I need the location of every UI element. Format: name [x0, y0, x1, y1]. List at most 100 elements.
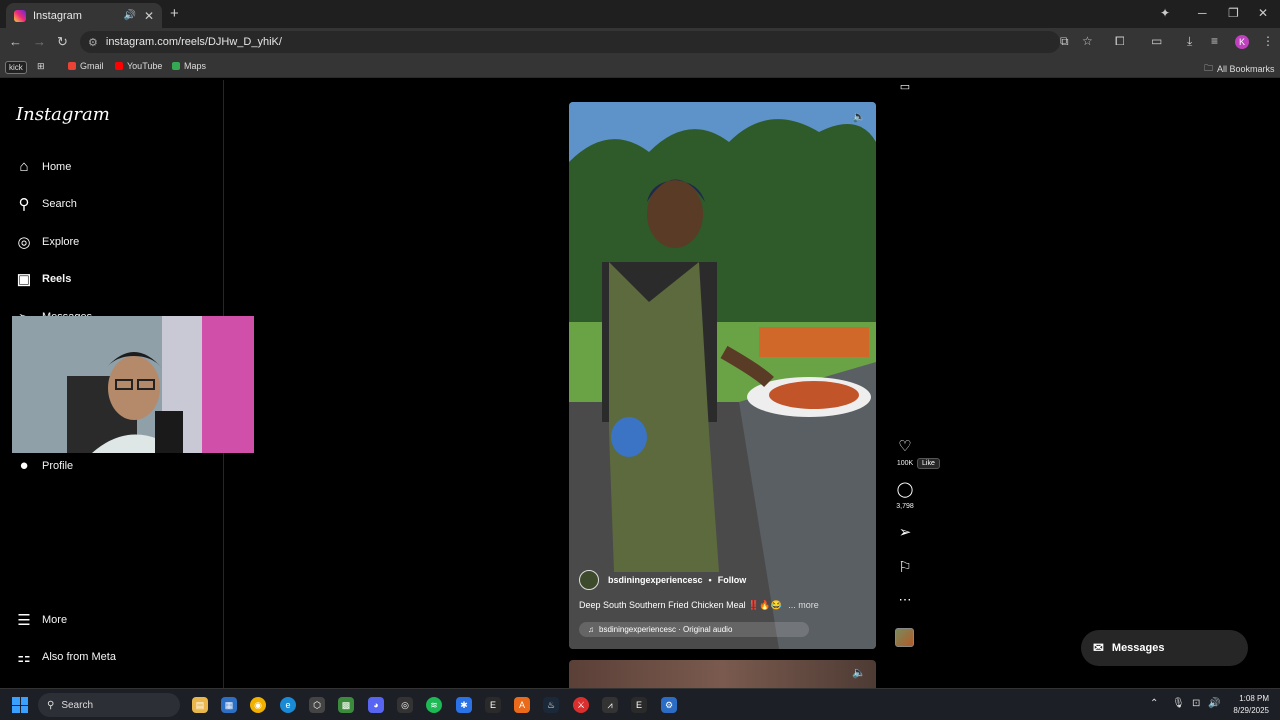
comment-count: 3,798 — [896, 503, 914, 510]
window-close-icon[interactable]: ✕ — [1258, 6, 1268, 20]
extensions-icon[interactable]: ⧠ — [1115, 34, 1125, 49]
follow-button[interactable]: Follow — [718, 575, 747, 585]
site-info-icon[interactable]: ⚙ — [88, 36, 98, 49]
taskbar: ⚲ Search ▤ ▦ ◉ e ⬡ ▩ ◕ ◎ ≋ ✱ E A ♨ ⚔ ⩘ E… — [0, 688, 1280, 720]
more-options-icon[interactable]: ⋯ — [893, 592, 917, 608]
separator-dot: • — [708, 575, 712, 585]
bookmarks-bar: kick ⊞ Gmail YouTube Maps 🗀 All Bookmark… — [0, 56, 1280, 78]
all-bookmarks[interactable]: 🗀 All Bookmarks — [1204, 61, 1275, 77]
like-heart-icon[interactable]: ♡ — [893, 437, 917, 455]
sidebar-item-also-from-meta[interactable]: ⚏ Also from Meta — [15, 648, 116, 666]
reel-caption: Deep South Southern Fried Chicken Meal ‼… — [579, 600, 866, 611]
bookmark-star-icon[interactable]: ☆ — [1082, 34, 1093, 48]
epic-games-icon[interactable]: E — [485, 697, 501, 713]
speaker-icon[interactable]: 🔊 — [1208, 698, 1220, 709]
forward-icon[interactable]: → — [33, 34, 46, 49]
settings-icon[interactable]: ⚙ — [661, 697, 677, 713]
app-icon[interactable]: ⬡ — [309, 697, 325, 713]
tab-title: Instagram — [33, 9, 82, 22]
maximize-icon[interactable]: ❐ — [1228, 6, 1239, 20]
apps-grid-icon[interactable]: ⊞ — [37, 61, 45, 72]
bookmark-youtube[interactable]: YouTube — [115, 61, 162, 71]
split-view-icon[interactable]: ▭ — [1151, 34, 1162, 48]
reels-icon: ▣ — [16, 271, 32, 288]
obs-icon[interactable]: ◎ — [397, 697, 413, 713]
reel-info-overlay: bsdiningexperiencesc • Follow Deep South… — [579, 570, 866, 637]
spotify-icon[interactable]: ≋ — [426, 697, 442, 713]
bookmark-kick[interactable]: kick — [5, 61, 27, 74]
webcam-overlay — [12, 316, 254, 453]
discord-icon[interactable]: ◕ — [368, 697, 384, 713]
reload-icon[interactable]: ↻ — [57, 34, 68, 50]
steam-icon[interactable]: ♨ — [543, 697, 559, 713]
battlenet-icon[interactable]: ✱ — [456, 697, 472, 713]
reel-actions: ▭ ♡ 100K ◯ 3,798 ➢ ⚐ ⋯ — [893, 80, 917, 688]
network-icon[interactable]: ⊡ — [1192, 698, 1200, 709]
browser-tab[interactable]: Instagram 🔊 ✕ — [6, 3, 162, 28]
download-icon[interactable]: ⤓ — [1187, 34, 1192, 49]
minimize-icon[interactable]: ─ — [1198, 6, 1207, 20]
sidebar-item-search[interactable]: ⚲ Search — [15, 195, 77, 213]
previous-reel-icon[interactable]: ▭ — [893, 80, 917, 93]
store-icon[interactable]: ▦ — [221, 697, 237, 713]
bookmark-maps[interactable]: Maps — [172, 61, 206, 71]
reel-video[interactable]: 🔈 bsdiningexperiencesc • Follow Deep Sou… — [569, 102, 876, 649]
game-app-icon[interactable]: ⩘ — [602, 697, 618, 713]
taskbar-clock[interactable]: 1:08 PM 8/29/2025 — [1225, 693, 1269, 717]
tab-close-icon[interactable]: ✕ — [144, 9, 154, 23]
volume-icon[interactable]: 🔈 — [852, 110, 866, 123]
install-app-icon[interactable]: ⧉ — [1060, 34, 1069, 49]
music-note-icon: ♫ — [588, 625, 594, 634]
epic-launcher-icon[interactable]: E — [631, 697, 647, 713]
sidebar-item-explore[interactable]: ◎ Explore — [15, 233, 79, 251]
back-icon[interactable]: ← — [9, 34, 22, 49]
sidebar-item-profile[interactable]: ● Profile — [15, 457, 73, 474]
microphone-icon[interactable]: 🎙 — [1172, 698, 1185, 709]
tray-chevron-icon[interactable]: ⌃ — [1150, 698, 1158, 709]
original-audio-thumbnail[interactable] — [895, 628, 914, 647]
clock-date: 8/29/2025 — [1233, 706, 1269, 715]
sidebar-item-home[interactable]: ⌂ Home — [15, 158, 71, 175]
media-controls-icon[interactable]: ≡ — [1211, 34, 1218, 48]
share-icon[interactable]: ➢ — [893, 523, 917, 541]
next-reel-preview[interactable]: 🔈 — [569, 660, 876, 688]
tab-audio-icon[interactable]: 🔊 — [123, 10, 135, 21]
browser-toolbar: ← → ↻ ⚙ instagram.com/reels/DJHw_D_yhiK/… — [0, 28, 1280, 56]
author-username[interactable]: bsdiningexperiencesc — [608, 575, 703, 585]
save-bookmark-icon[interactable]: ⚐ — [893, 558, 917, 576]
audio-info[interactable]: ♫ bsdiningexperiencesc · Original audio — [579, 622, 809, 637]
chrome-icon[interactable]: ◉ — [250, 697, 266, 713]
browser-menu-icon[interactable]: ⋮ — [1262, 34, 1274, 48]
author-avatar[interactable] — [579, 570, 599, 590]
new-tab-button[interactable]: + — [170, 5, 179, 22]
caption-more-link[interactable]: ... more — [788, 600, 819, 610]
messenger-icon: ✉ — [1093, 640, 1104, 655]
clock-time: 1:08 PM — [1239, 694, 1269, 703]
edge-icon[interactable]: e — [280, 697, 296, 713]
windows-start-icon[interactable] — [12, 697, 28, 713]
instagram-page: Instagram ⌂ Home ⚲ Search ◎ Explore ▣ Re… — [0, 80, 1280, 688]
file-explorer-icon[interactable]: ▤ — [192, 697, 208, 713]
taskbar-search[interactable]: ⚲ Search — [38, 693, 180, 717]
sidebar-item-more[interactable]: ☰ More — [15, 611, 67, 629]
gemini-icon[interactable]: ✦ — [1160, 6, 1170, 20]
messages-button[interactable]: ✉ Messages — [1081, 630, 1248, 666]
riot-icon[interactable]: ⚔ — [573, 697, 589, 713]
comment-icon[interactable]: ◯ — [893, 480, 917, 498]
bookmark-gmail[interactable]: Gmail — [68, 61, 104, 71]
caption-text: Deep South Southern Fried Chicken Meal ‼… — [579, 600, 782, 610]
search-icon: ⚲ — [18, 196, 30, 213]
reel-author-row: bsdiningexperiencesc • Follow — [579, 570, 866, 590]
minecraft-icon[interactable]: ▩ — [338, 697, 354, 713]
next-reel-volume-icon[interactable]: 🔈 — [852, 666, 866, 679]
sidebar-item-reels[interactable]: ▣ Reels — [15, 270, 71, 288]
instagram-favicon-icon — [14, 9, 26, 22]
youtube-icon — [115, 62, 123, 70]
profile-icon: ● — [19, 457, 29, 474]
address-bar[interactable]: ⚙ instagram.com/reels/DJHw_D_yhiK/ — [80, 31, 1060, 53]
profile-avatar[interactable]: K — [1235, 35, 1249, 49]
gmail-icon — [68, 62, 76, 70]
instagram-logo[interactable]: Instagram — [16, 104, 110, 125]
adobe-app-icon[interactable]: A — [514, 697, 530, 713]
search-icon: ⚲ — [47, 699, 55, 711]
